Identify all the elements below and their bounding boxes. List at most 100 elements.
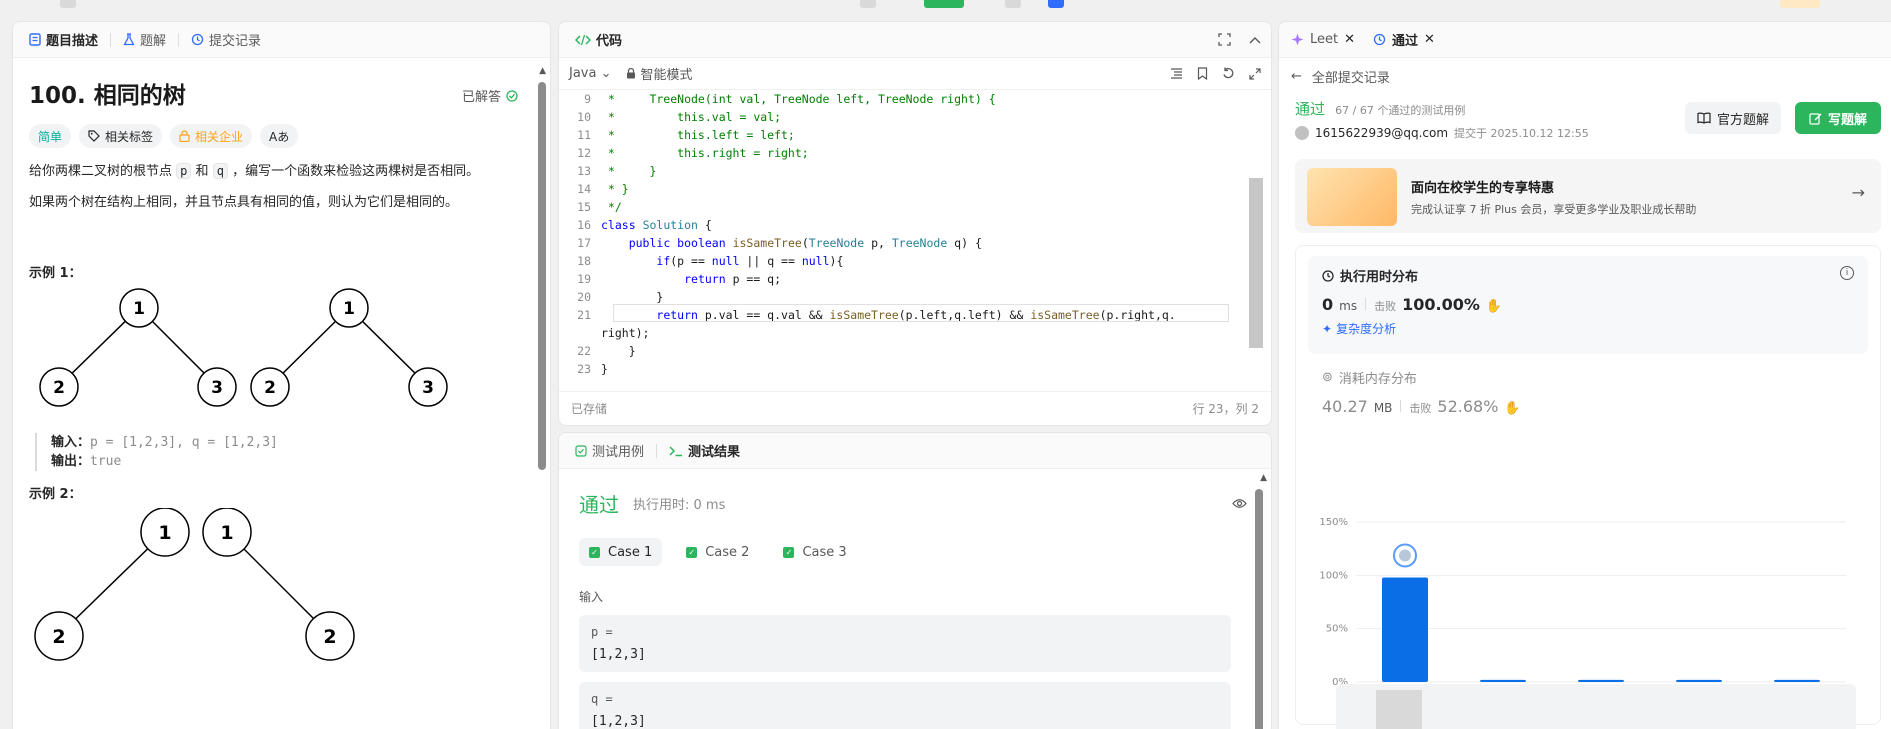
tab-accepted[interactable]: 通过 ✕ xyxy=(1373,30,1435,49)
line-number: 16 xyxy=(577,218,591,232)
tab-testcase[interactable]: 测试用例 xyxy=(569,438,650,463)
clock-icon xyxy=(1322,269,1334,282)
fullscreen-icon[interactable] xyxy=(1218,33,1231,46)
minimap-handle[interactable] xyxy=(1376,690,1422,729)
desc-text: 和 xyxy=(195,164,209,179)
official-solution-button[interactable]: 官方题解 xyxy=(1684,102,1781,134)
code-line[interactable]: right); xyxy=(559,324,1259,342)
case-1-tab[interactable]: ✓ Case 1 xyxy=(579,538,663,566)
scrollbar[interactable] xyxy=(1255,489,1263,729)
runtime-card[interactable]: 执行用时分布 i 0 ms 击败 100.00% ✋ ✦ 复杂度分析 xyxy=(1308,256,1868,354)
code-line[interactable]: 18 if(p == null || q == null){ xyxy=(559,252,1259,270)
line-number: 14 xyxy=(577,182,591,196)
arrow-right-icon: → xyxy=(1851,183,1865,202)
smart-mode[interactable]: 智能模式 xyxy=(626,64,693,83)
minimap-chart[interactable] xyxy=(1336,684,1856,729)
username[interactable]: 1615622939@qq.com xyxy=(1315,126,1448,140)
toolbar-icon[interactable] xyxy=(1048,0,1064,8)
avatar[interactable] xyxy=(1295,126,1309,140)
problem-title[interactable]: 100. 相同的树 xyxy=(29,76,534,110)
scroll-up-icon[interactable]: ▲ xyxy=(539,66,546,76)
eye-icon[interactable] xyxy=(1232,498,1247,509)
code-text: } xyxy=(601,362,608,376)
divider xyxy=(1400,400,1402,412)
code-line[interactable]: 19 return p == q; xyxy=(559,270,1259,288)
tab-label: 通过 xyxy=(1392,34,1419,49)
info-icon[interactable]: i xyxy=(1840,266,1854,280)
line-number: 10 xyxy=(577,110,591,124)
scroll-up-icon[interactable]: ▲ xyxy=(1260,473,1267,483)
complexity-analysis-link[interactable]: ✦ 复杂度分析 xyxy=(1322,320,1854,337)
input-label: 输入： xyxy=(51,435,91,450)
tab-solutions[interactable]: 题解 xyxy=(117,27,172,52)
problem-panel: 题目描述 题解 提交记录 100. 相同的树 已解答 简单 相关标签 相关企业 … xyxy=(12,21,551,729)
code-line[interactable]: 13 * } xyxy=(559,162,1259,180)
node-label: 2 xyxy=(53,378,65,398)
clap-icon: ✋ xyxy=(1504,401,1521,416)
topics-tag[interactable]: 相关标签 xyxy=(79,124,163,148)
write-solution-button[interactable]: 写题解 xyxy=(1794,102,1881,134)
plus-badge[interactable] xyxy=(1780,0,1820,8)
runtime-value: 0 xyxy=(1322,295,1334,314)
run-button[interactable] xyxy=(924,0,964,8)
chart-bar xyxy=(1480,679,1526,682)
code-line[interactable]: 14 * } xyxy=(559,180,1259,198)
tab-description[interactable]: 题目描述 xyxy=(23,27,104,52)
bookmark-icon[interactable] xyxy=(1197,67,1208,80)
line-number: 21 xyxy=(577,308,591,322)
code-line[interactable]: 15 */ xyxy=(559,198,1259,216)
companies-tag[interactable]: 相关企业 xyxy=(170,124,253,148)
code-line[interactable]: 11 * this.left = left; xyxy=(559,126,1259,144)
collapse-icon[interactable] xyxy=(1249,36,1261,44)
difficulty-tag[interactable]: 简单 xyxy=(29,124,72,148)
tab-label: 题目描述 xyxy=(46,34,99,49)
case-3-tab[interactable]: ✓ Case 3 xyxy=(773,538,856,566)
saved-status: 已存储 xyxy=(571,402,608,416)
code-panel: 代码 Java ⌄ 智能模式 9 * TreeNode(int val, Tre… xyxy=(558,21,1272,426)
button-label: 写题解 xyxy=(1827,112,1867,128)
case-2-tab[interactable]: ✓ Case 2 xyxy=(676,538,759,566)
document-icon xyxy=(29,33,41,46)
tab-submissions[interactable]: 提交记录 xyxy=(185,27,267,52)
code-icon xyxy=(575,34,591,46)
code-text: * this.right = right; xyxy=(601,146,809,160)
code-line[interactable]: 9 * TreeNode(int val, TreeNode left, Tre… xyxy=(559,90,1259,108)
chart-bar xyxy=(1676,679,1722,682)
runtime-distribution-chart[interactable]: 0%50%100%150%1ms2ms3ms5ms xyxy=(1306,486,1866,716)
problem-tabs: 题目描述 题解 提交记录 xyxy=(13,22,550,58)
student-promo-banner[interactable]: 面向在校学生的专享特惠 完成认证享 7 折 Plus 会员，享受更多学业及职业成… xyxy=(1295,159,1881,233)
close-icon[interactable]: ✕ xyxy=(1424,32,1435,47)
code-editor[interactable]: 9 * TreeNode(int val, TreeNode left, Tre… xyxy=(559,90,1259,390)
code-line[interactable]: 10 * this.val = val; xyxy=(559,108,1259,126)
code-line[interactable]: 16 class Solution { xyxy=(559,216,1259,234)
toolbar-icon[interactable] xyxy=(860,0,876,8)
description-paragraph: 给你两棵二叉树的根节点 p 和 q ，编写一个函数来检验这两棵树是否相同。 xyxy=(29,160,534,183)
input-value: [1,2,3] xyxy=(591,647,646,662)
expand-icon[interactable] xyxy=(1249,67,1261,80)
code-line[interactable]: 23} xyxy=(559,360,1259,378)
scrollbar[interactable] xyxy=(1249,178,1263,348)
tab-test-result[interactable]: 测试结果 xyxy=(663,438,746,463)
divider xyxy=(656,443,658,458)
scrollbar[interactable] xyxy=(538,82,546,470)
translate-button[interactable]: Aあ xyxy=(260,124,299,148)
input-box-p: p = [1,2,3] xyxy=(579,615,1231,672)
tab-leet[interactable]: Leet ✕ xyxy=(1291,32,1355,47)
example-2-title: 示例 2： xyxy=(29,487,82,502)
language-select[interactable]: Java ⌄ xyxy=(569,66,612,81)
history-icon xyxy=(1373,33,1386,46)
solved-status: 已解答 xyxy=(462,86,518,105)
code-line[interactable]: 12 * this.right = right; xyxy=(559,144,1259,162)
sparkle-icon xyxy=(1291,33,1304,46)
format-icon[interactable] xyxy=(1170,67,1183,80)
back-to-submissions[interactable]: ← 全部提交记录 xyxy=(1279,62,1891,90)
tab-label: 提交记录 xyxy=(209,34,262,49)
close-icon[interactable]: ✕ xyxy=(1344,32,1355,47)
tab-code[interactable]: 代码 xyxy=(569,27,628,52)
memory-card[interactable]: ⊚ 消耗内存分布 40.27 MB 击败 52.68% ✋ xyxy=(1322,368,1866,416)
code-line[interactable]: 22 } xyxy=(559,342,1259,360)
submission-tabs: Leet ✕ 通过 ✕ xyxy=(1279,22,1891,58)
code-line[interactable]: 17 public boolean isSameTree(TreeNode p,… xyxy=(559,234,1259,252)
reset-icon[interactable] xyxy=(1222,67,1235,80)
toolbar-icon[interactable] xyxy=(1005,0,1021,8)
